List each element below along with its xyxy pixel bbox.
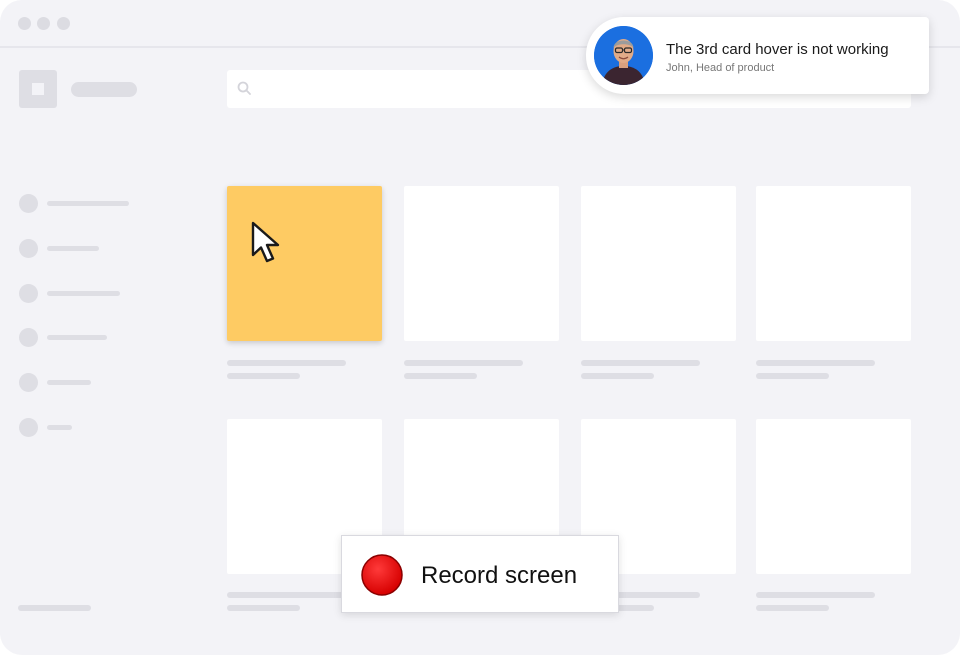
sidebar-item-label [47, 335, 107, 340]
card-subtitle-placeholder [756, 373, 829, 379]
person-avatar-icon [594, 26, 653, 85]
card-title-placeholder [227, 592, 346, 598]
avatar [594, 26, 653, 85]
card[interactable] [404, 186, 559, 341]
card[interactable] [756, 186, 911, 341]
sidebar-item-icon [19, 239, 38, 258]
notification-author: John, Head of product [666, 62, 775, 74]
app-logo [19, 70, 57, 108]
card-subtitle-placeholder [404, 373, 477, 379]
sidebar-item-label [47, 380, 91, 385]
card-title-placeholder [581, 360, 700, 366]
card-subtitle-placeholder [581, 373, 654, 379]
card-title-placeholder [756, 360, 875, 366]
sidebar-footer-placeholder [18, 605, 91, 611]
sidebar-item-label [47, 201, 129, 206]
card-subtitle-placeholder [227, 373, 300, 379]
notification-title: The 3rd card hover is not working [666, 41, 889, 58]
card-title-placeholder [227, 360, 346, 366]
window-minimize-button[interactable] [37, 17, 50, 30]
feedback-notification[interactable]: The 3rd card hover is not working John, … [586, 17, 929, 94]
mouse-cursor-icon [251, 221, 280, 263]
card-subtitle-placeholder [756, 605, 829, 611]
card-title-placeholder [756, 592, 875, 598]
sidebar-item-icon [19, 418, 38, 437]
card-title-placeholder [404, 360, 523, 366]
card-subtitle-placeholder [227, 605, 300, 611]
app-name-placeholder [71, 82, 137, 97]
app-window: The 3rd card hover is not working John, … [0, 0, 960, 655]
search-icon [237, 81, 251, 95]
sidebar-item-icon [19, 373, 38, 392]
sidebar-item-label [47, 246, 99, 251]
card[interactable] [756, 419, 911, 574]
sidebar-item-icon [19, 328, 38, 347]
card[interactable] [581, 186, 736, 341]
record-screen-label: Record screen [421, 562, 578, 589]
record-screen-widget[interactable]: Record screen [341, 535, 619, 613]
sidebar-item-icon [19, 194, 38, 213]
sidebar-item-label [47, 425, 72, 430]
window-close-button[interactable] [18, 17, 31, 30]
record-icon[interactable] [360, 553, 404, 597]
sidebar-item-label [47, 291, 120, 296]
sidebar-item-icon [19, 284, 38, 303]
window-maximize-button[interactable] [57, 17, 70, 30]
